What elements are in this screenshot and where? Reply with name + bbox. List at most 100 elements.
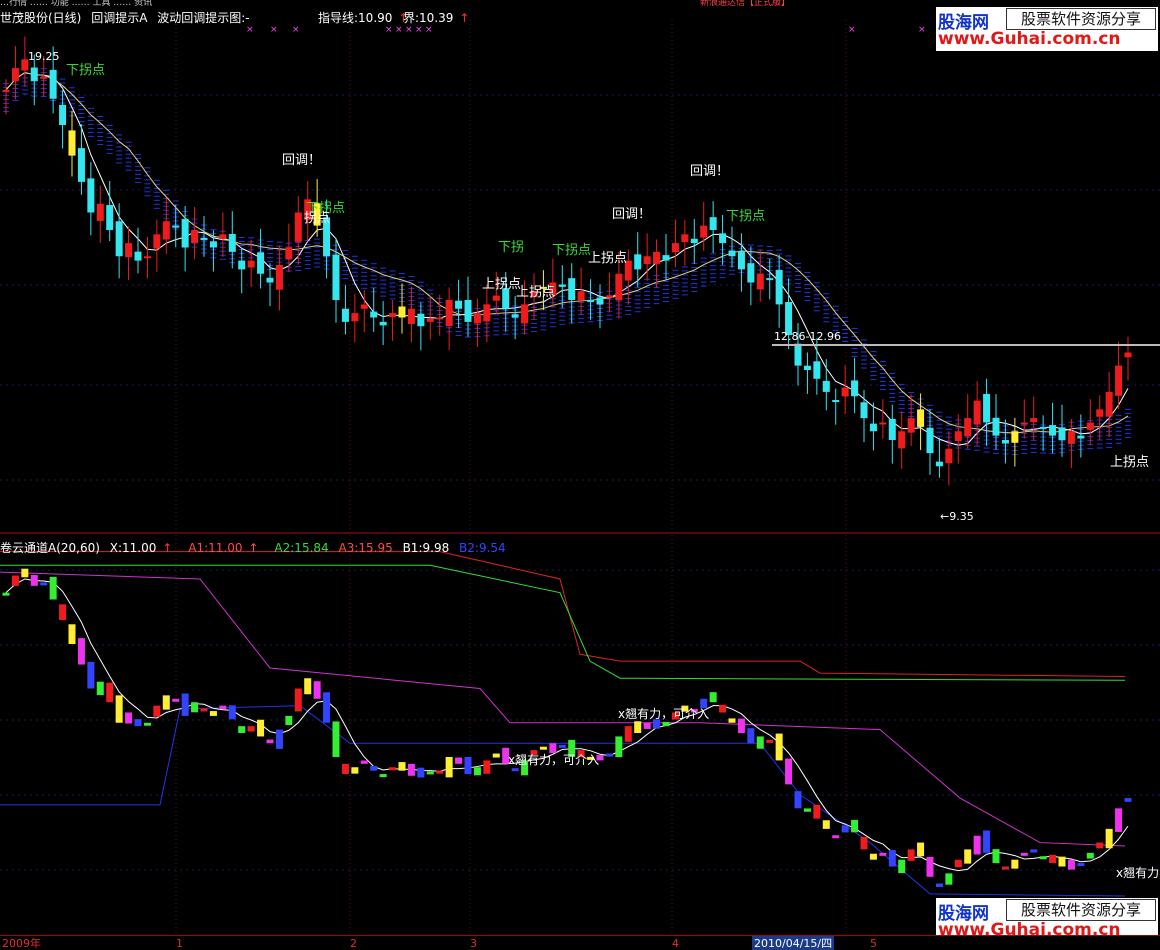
channel-candle [341,763,349,775]
annotation-label: ←9.35 [940,510,974,523]
candle-body [332,254,340,300]
channel-candle [1058,856,1066,867]
channel-candle [719,704,727,713]
channel-title: 卷云通道A(20,60) [0,541,100,555]
top-right-link[interactable]: 新浪通达信【正式版】 [700,0,790,8]
candle-body [1001,440,1009,444]
white-ma-line-lower [5,578,1129,872]
watermark-url: www.Guhai.com.cn [938,29,1121,49]
channel-candle [238,726,246,734]
channel-candle [417,767,425,778]
candle-body [898,431,906,449]
channel-candle [539,746,547,750]
channel-candle [162,695,170,710]
candle-body [634,254,642,270]
channel-candle [643,722,651,729]
candle-body [96,203,104,221]
channel-candle [954,859,962,868]
a1-value: A1:11.00 [188,541,243,555]
annotation-label: 上拐点 [588,251,627,266]
channel-candle [351,767,359,774]
candle-body [690,238,698,244]
boundary-label: 界:10.39 ↑ [403,9,475,26]
channel-candle [266,739,274,744]
candle-body [700,225,708,238]
date-label: 3 [470,937,477,950]
candle-body [917,409,925,427]
a3-label: A3:15.95 [338,541,393,555]
channel-candle [455,757,463,764]
annotation-label: x翘有力，可介入 [618,707,709,721]
channel-candle [1105,828,1113,849]
candle-body [40,76,48,79]
channel-candle [1077,863,1085,867]
channel-candle [898,859,906,874]
candle-body [1105,391,1113,417]
channel-candle [558,744,566,748]
signal-marker: × [385,25,393,35]
candle-body [1115,365,1123,396]
candle-body [285,247,293,260]
candle-body [209,241,217,248]
channel-candle [851,819,859,833]
candle-body [115,221,123,257]
annotation-label: 12.86-12.96 [774,330,841,343]
candle-body [860,402,868,419]
channel-candle [1020,852,1028,856]
candle-body [172,225,180,228]
channel-candle [634,721,642,734]
candle-body [191,230,199,243]
candle-body [370,311,378,318]
lower-indicator-panel[interactable]: x翘有力，可介入 x翘有力，可介入 x翘有力 [0,535,1160,935]
channel-candle [96,681,104,696]
channel-candle [756,736,764,749]
annotation-label: 上拐点 [1110,455,1149,470]
channel-candle [40,582,48,586]
channel-candle [407,763,415,776]
candle-body [1086,422,1094,430]
channel-candle [813,804,821,819]
channel-candle [360,760,368,764]
upper-price-panel[interactable]: 19.25下拐点回调！下拐点拐点下拐上拐点下拐点上拐点上拐点回调！回调！下拐点1… [0,0,1160,535]
annotation-label: 拐点 [304,211,330,226]
candle-body [360,304,368,309]
up-arrow-icon: ↑ [162,541,173,555]
candle-body [68,130,76,156]
channel-candle [181,693,189,716]
channel-candle [398,762,406,771]
channel-candle [709,692,717,703]
signal-marker: × [270,25,278,35]
annotation-label: 下拐点 [552,243,591,258]
channel-candle [1001,866,1009,870]
candle-body [605,295,613,298]
up-arrow-icon: ↑ [248,541,259,555]
candle-body [766,278,774,281]
channel-candle [143,722,151,726]
date-label: 2010/04/15/四 [754,937,832,950]
channel-candle [436,770,444,774]
candle-body [794,343,802,366]
channel-candle [219,705,227,710]
candle-body [737,250,745,270]
channel-candle [11,575,19,586]
channel-candle [228,705,236,720]
chart-stage[interactable]: 19.25 下拐点 回调！ 下拐点 拐点 下拐 上拐点 下拐点 上拐点 上拐点 回调！ 回调！ 下拐点 1… [0,0,1160,949]
channel-candle [1011,859,1019,869]
signal-marker: × [415,25,423,35]
candle-body [907,418,915,433]
signal-marker: × [292,25,300,35]
candle-body [521,304,529,324]
up-arrow-icon: ↑ [459,11,470,25]
candle-body [483,304,491,322]
candle-body [351,313,359,322]
channel-candle [492,753,500,758]
channel-candle [125,712,133,724]
channel-candle [775,733,783,761]
candle-body [153,234,161,249]
candle-body [615,273,623,301]
candle-body [851,380,859,397]
channel-candle [605,753,613,757]
channel-candle [313,681,321,699]
channel-candle [30,575,38,586]
channel-candle [785,758,793,785]
